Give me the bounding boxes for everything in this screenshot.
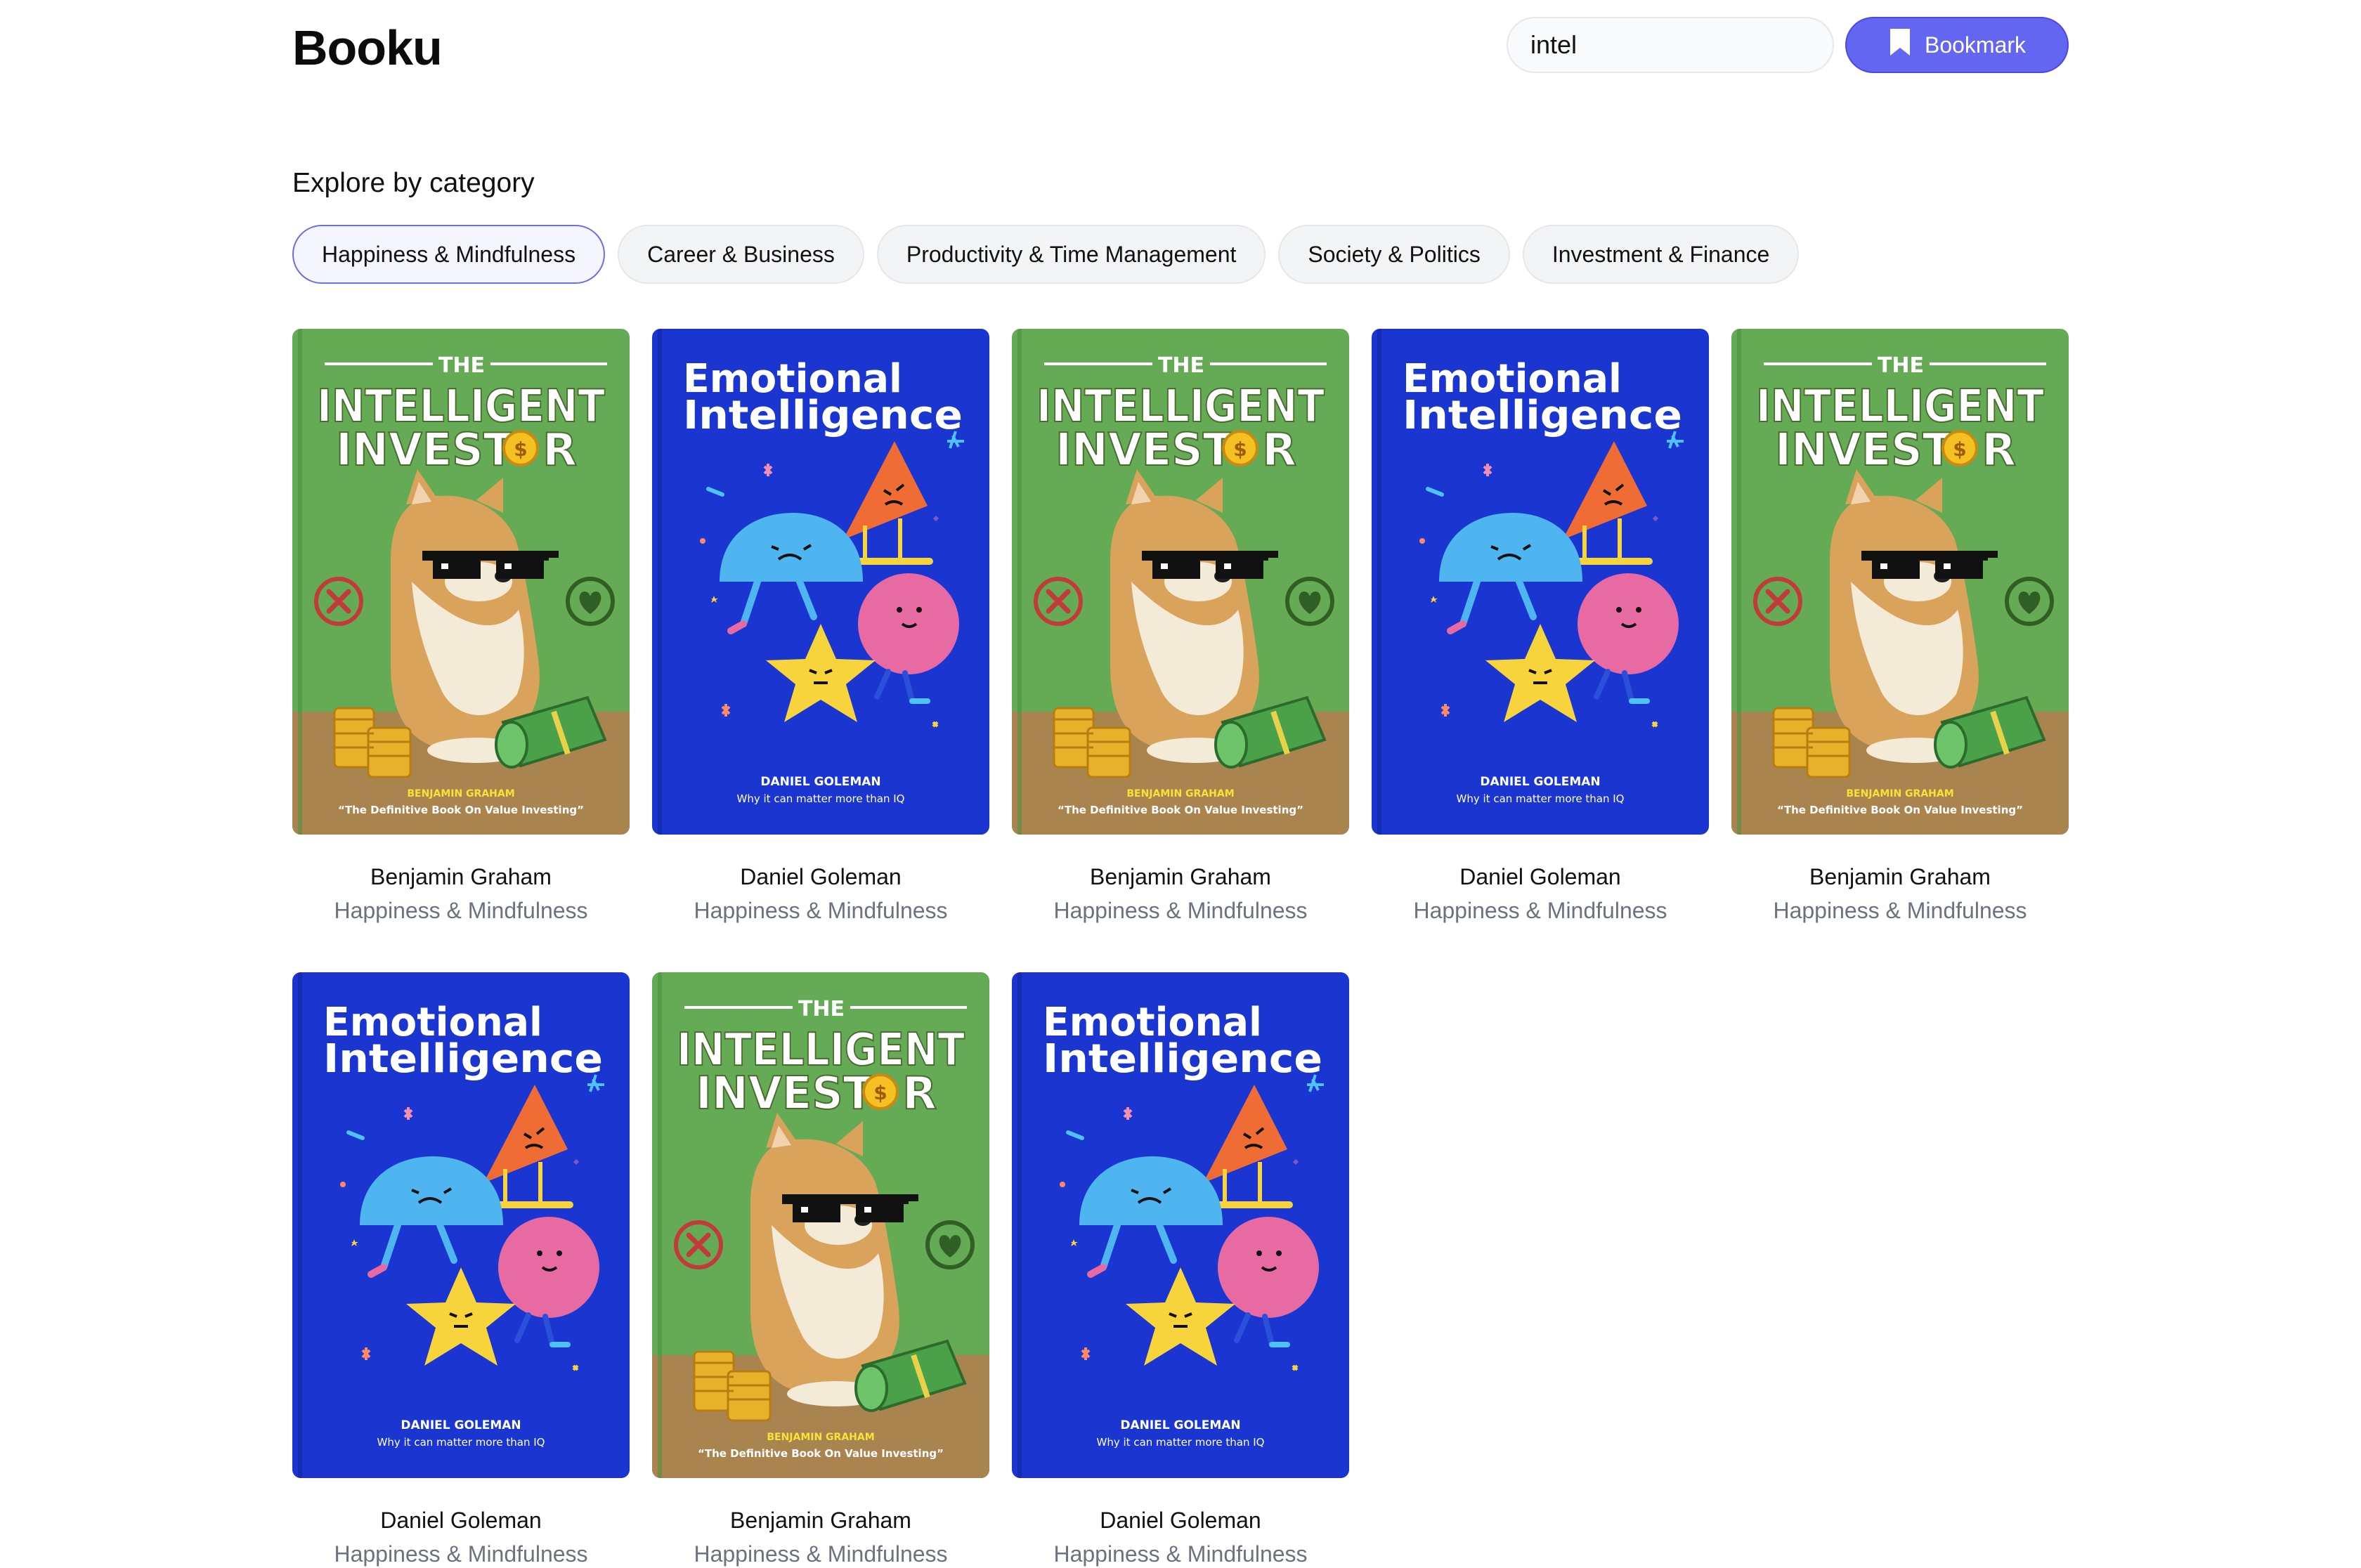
cover-title-line2a: INVEST bbox=[1775, 424, 1952, 476]
cover-tagline: Why it can matter more than IQ bbox=[1097, 1436, 1265, 1449]
book-category: Happiness & Mindfulness bbox=[694, 1541, 948, 1567]
cover-the: THE bbox=[798, 997, 845, 1021]
cover-title-line2a: INVEST bbox=[336, 424, 513, 476]
cover-author: BENJAMIN GRAHAM bbox=[1126, 788, 1234, 799]
cover-author: BENJAMIN GRAHAM bbox=[767, 1432, 874, 1443]
bookmark-button-label: Bookmark bbox=[1924, 32, 2027, 58]
cover-title-line2: Intelligence bbox=[1403, 393, 1682, 438]
cover-the: THE bbox=[1878, 353, 1924, 378]
coin-icon: $ bbox=[1233, 438, 1247, 461]
category-chip[interactable]: Investment & Finance bbox=[1522, 225, 1800, 284]
cover-author: BENJAMIN GRAHAM bbox=[1846, 788, 1953, 799]
cover-art-emotional: Emotional Intelligence DANIEL GOLEMAN Wh… bbox=[1372, 329, 1709, 835]
cover-title-line2a: INVEST bbox=[1055, 424, 1232, 476]
cover-art-emotional: Emotional Intelligence DANIEL GOLEMAN Wh… bbox=[292, 972, 630, 1478]
book-card[interactable]: Emotional Intelligence DANIEL GOLEMAN Wh… bbox=[1012, 972, 1349, 1568]
book-category: Happiness & Mindfulness bbox=[694, 898, 948, 923]
cover-tagline: “The Definitive Book On Value Investing” bbox=[1777, 804, 2023, 816]
book-card[interactable]: Emotional Intelligence DANIEL GOLEMAN Wh… bbox=[652, 329, 989, 925]
cover-title-line2b: R bbox=[542, 424, 577, 476]
book-category: Happiness & Mindfulness bbox=[1053, 898, 1308, 923]
cover-title-line2: Intelligence bbox=[683, 393, 963, 438]
cover-art-emotional: Emotional Intelligence DANIEL GOLEMAN Wh… bbox=[1012, 972, 1349, 1478]
page: Booku Bookmark Explore by category Happi… bbox=[292, 0, 2069, 1567]
cover-title-line2b: R bbox=[1262, 424, 1296, 476]
book-card[interactable]: Emotional Intelligence DANIEL GOLEMAN Wh… bbox=[292, 972, 630, 1568]
book-category: Happiness & Mindfulness bbox=[1413, 898, 1667, 923]
cover-author: DANIEL GOLEMAN bbox=[401, 1418, 521, 1432]
book-cover[interactable]: Emotional Intelligence DANIEL GOLEMAN Wh… bbox=[292, 972, 630, 1478]
cover-title-line2: Intelligence bbox=[1043, 1036, 1322, 1082]
book-category: Happiness & Mindfulness bbox=[1053, 1541, 1308, 1567]
cover-art-investor: THE INTELLIGENT INVEST $ R BENJAMIN GRAH… bbox=[652, 972, 989, 1478]
bookmark-button[interactable]: Bookmark bbox=[1845, 17, 2069, 73]
book-author: Daniel Goleman bbox=[380, 1508, 542, 1533]
cover-tagline: “The Definitive Book On Value Investing” bbox=[1058, 804, 1303, 816]
cover-tagline: “The Definitive Book On Value Investing” bbox=[698, 1447, 944, 1460]
book-category: Happiness & Mindfulness bbox=[334, 898, 588, 923]
cover-title-line2a: INVEST bbox=[696, 1068, 873, 1120]
coin-icon: $ bbox=[1953, 438, 1966, 461]
category-chip[interactable]: Productivity & Time Management bbox=[876, 225, 1266, 284]
book-cover[interactable]: Emotional Intelligence DANIEL GOLEMAN Wh… bbox=[1372, 329, 1709, 835]
cover-title-line2: Intelligence bbox=[323, 1036, 603, 1082]
cover-author: BENJAMIN GRAHAM bbox=[407, 788, 514, 799]
category-chip[interactable]: Career & Business bbox=[618, 225, 864, 284]
cover-the: THE bbox=[438, 353, 485, 378]
book-cover[interactable]: THE INTELLIGENT INVEST $ R BENJAMIN GRAH… bbox=[1731, 329, 2069, 835]
book-author: Daniel Goleman bbox=[1459, 864, 1621, 889]
search-input[interactable] bbox=[1507, 17, 1834, 73]
cover-title-line2b: R bbox=[1982, 424, 2016, 476]
book-cover[interactable]: THE INTELLIGENT INVEST $ R BENJAMIN GRAH… bbox=[1012, 329, 1349, 835]
book-author: Benjamin Graham bbox=[370, 864, 552, 889]
category-chip[interactable]: Happiness & Mindfulness bbox=[292, 225, 606, 284]
coin-icon: $ bbox=[514, 438, 527, 461]
book-cover[interactable]: Emotional Intelligence DANIEL GOLEMAN Wh… bbox=[1012, 972, 1349, 1478]
cover-art-investor: THE INTELLIGENT INVEST $ R BENJAMIN GRAH… bbox=[292, 329, 630, 835]
book-category: Happiness & Mindfulness bbox=[1773, 898, 2027, 923]
cover-title-line2b: R bbox=[902, 1068, 937, 1120]
cover-tagline: “The Definitive Book On Value Investing” bbox=[338, 804, 584, 816]
cover-author: DANIEL GOLEMAN bbox=[1120, 1418, 1240, 1432]
book-card[interactable]: Emotional Intelligence DANIEL GOLEMAN Wh… bbox=[1372, 329, 1709, 925]
book-card[interactable]: THE INTELLIGENT INVEST $ R BENJAMIN GRAH… bbox=[1731, 329, 2069, 925]
book-author: Daniel Goleman bbox=[1100, 1508, 1261, 1533]
book-cover[interactable]: THE INTELLIGENT INVEST $ R BENJAMIN GRAH… bbox=[652, 972, 989, 1478]
book-card[interactable]: THE INTELLIGENT INVEST $ R BENJAMIN GRAH… bbox=[292, 329, 630, 925]
book-category: Happiness & Mindfulness bbox=[334, 1541, 588, 1567]
cover-art-emotional: Emotional Intelligence DANIEL GOLEMAN Wh… bbox=[652, 329, 989, 835]
cover-tagline: Why it can matter more than IQ bbox=[1457, 792, 1625, 805]
cover-author: DANIEL GOLEMAN bbox=[760, 775, 880, 789]
book-card[interactable]: THE INTELLIGENT INVEST $ R BENJAMIN GRAH… bbox=[1012, 329, 1349, 925]
book-author: Benjamin Graham bbox=[1809, 864, 1991, 889]
cover-author: DANIEL GOLEMAN bbox=[1480, 775, 1600, 789]
book-author: Benjamin Graham bbox=[1090, 864, 1271, 889]
cover-tagline: Why it can matter more than IQ bbox=[737, 792, 905, 805]
book-cover[interactable]: Emotional Intelligence DANIEL GOLEMAN Wh… bbox=[652, 329, 989, 835]
book-author: Benjamin Graham bbox=[730, 1508, 911, 1533]
cover-the: THE bbox=[1158, 353, 1204, 378]
book-author: Daniel Goleman bbox=[740, 864, 902, 889]
category-chip[interactable]: Society & Politics bbox=[1278, 225, 1510, 284]
coin-icon: $ bbox=[873, 1081, 887, 1104]
app-logo[interactable]: Booku bbox=[292, 20, 443, 76]
book-card[interactable]: THE INTELLIGENT INVEST $ R BENJAMIN GRAH… bbox=[652, 972, 989, 1568]
category-chips: Happiness & Mindfulness Career & Business… bbox=[292, 225, 1800, 284]
header: Booku Bookmark bbox=[292, 17, 2069, 76]
bookmark-icon bbox=[1888, 27, 1912, 63]
book-cover[interactable]: THE INTELLIGENT INVEST $ R BENJAMIN GRAH… bbox=[292, 329, 630, 835]
categories-title: Explore by category bbox=[292, 168, 535, 198]
cover-art-investor: THE INTELLIGENT INVEST $ R BENJAMIN GRAH… bbox=[1731, 329, 2069, 835]
book-grid: THE INTELLIGENT INVEST $ R BENJAMIN GRAH… bbox=[292, 329, 2069, 1568]
cover-tagline: Why it can matter more than IQ bbox=[377, 1436, 545, 1449]
cover-art-investor: THE INTELLIGENT INVEST $ R BENJAMIN GRAH… bbox=[1012, 329, 1349, 835]
